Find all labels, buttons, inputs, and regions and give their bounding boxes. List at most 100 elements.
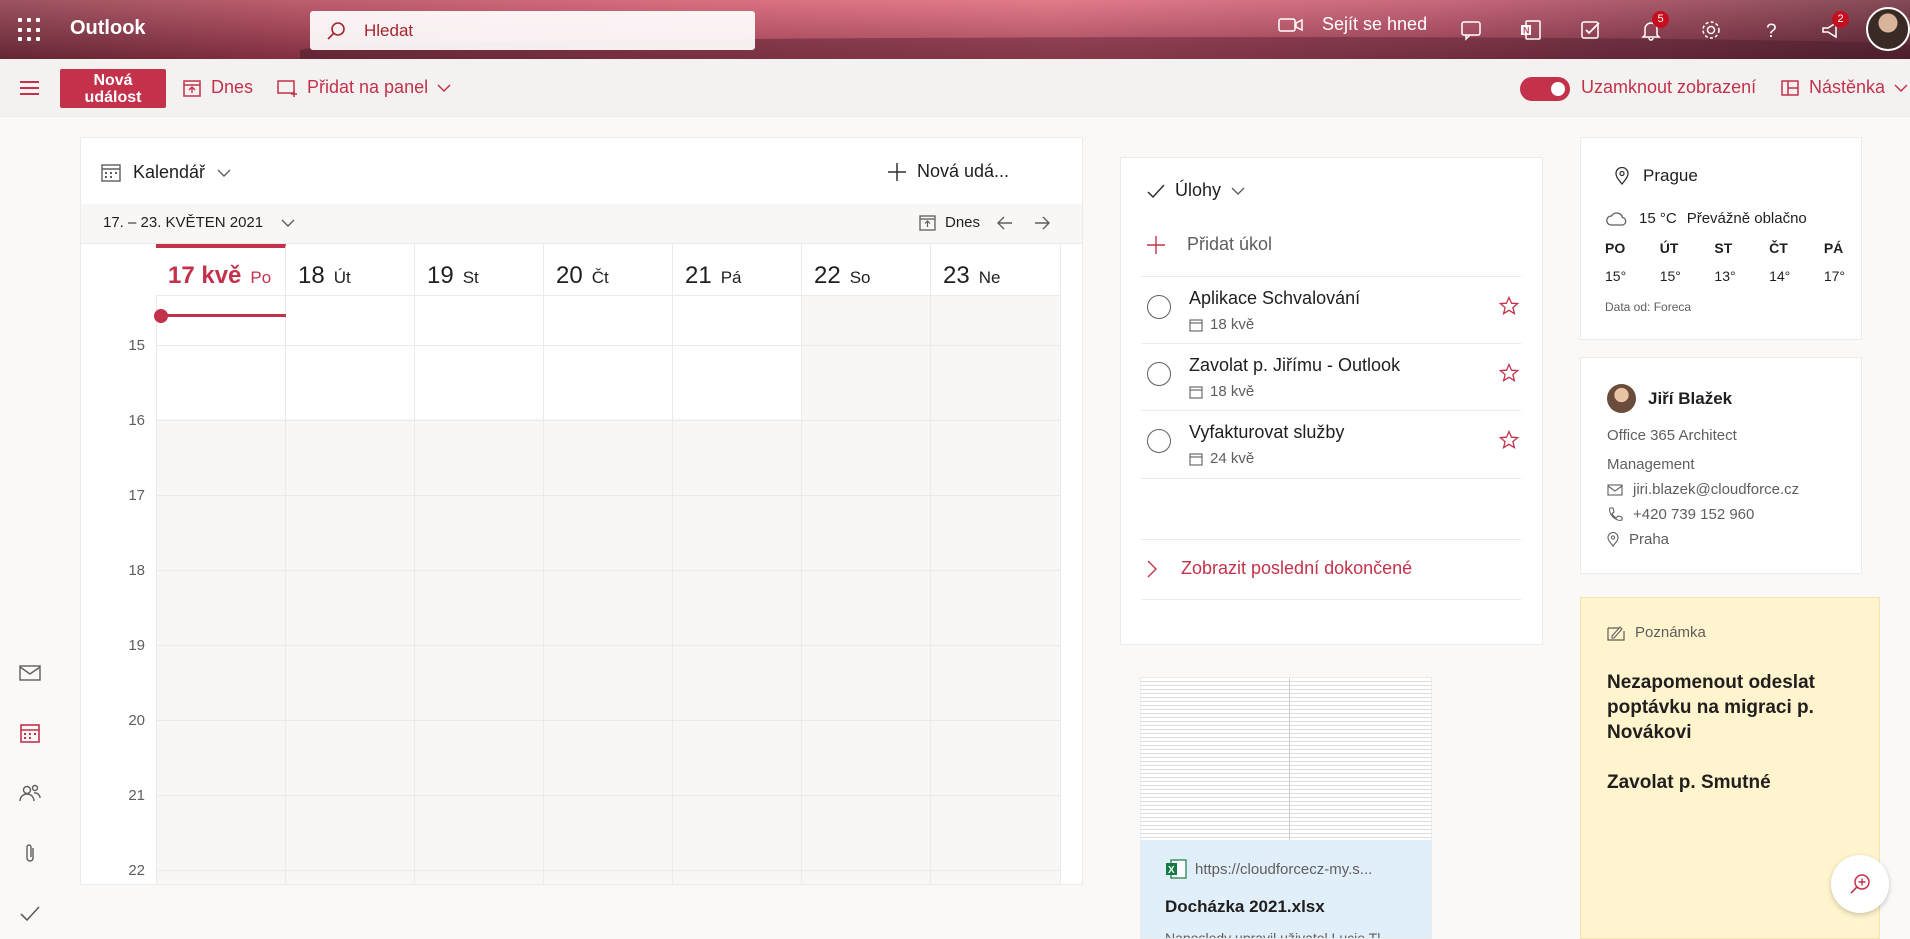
board-switcher[interactable]: Nástěnka	[1780, 77, 1908, 98]
calendar-subheader: 17. – 23. KVĚTEN 2021 Dnes	[81, 204, 1082, 244]
profile-title: Office 365 Architect	[1607, 427, 1737, 444]
account-avatar[interactable]	[1866, 7, 1910, 51]
show-completed-link[interactable]: Zobrazit poslední dokončené	[1147, 558, 1412, 579]
day-header-sat[interactable]: 22 So	[802, 244, 931, 296]
chevron-down-icon	[217, 168, 231, 178]
feedback-badge: 2	[1832, 11, 1849, 28]
lock-view-label: Uzamknout zobrazení	[1581, 77, 1757, 97]
location-pin-icon	[1607, 532, 1619, 547]
calendar-new-event-button[interactable]: Nová udá...	[887, 161, 1009, 182]
note-text[interactable]: Nezapomenout odeslat poptávku na migraci…	[1607, 670, 1857, 795]
day-name: St	[462, 268, 479, 287]
zoom-in-icon[interactable]	[1831, 855, 1889, 913]
search-box[interactable]: Hledat	[310, 11, 755, 50]
tasks-title-dropdown[interactable]: Úlohy	[1147, 180, 1245, 201]
week-grid: 17 kvě Po 18 Út 19 St 20 Čt 21 Pá 22 So 23 Ne 1…	[81, 244, 1061, 884]
app-name[interactable]: Outlook	[70, 17, 146, 40]
settings-gear-icon[interactable]	[1695, 14, 1727, 46]
forecast-day: PÁ 17°	[1824, 240, 1845, 284]
tasks-card: Úlohy Přidat úkol Aplikace Schvalování 1…	[1120, 157, 1543, 645]
weather-card[interactable]: Prague 15 °C Převážně oblačno PO 15° ÚT 15…	[1580, 137, 1862, 340]
forecast-day: PO 15°	[1605, 240, 1626, 284]
file-modified: Naposledy upravil uživatel Lucie Tl...	[1165, 930, 1392, 939]
weather-current: 15 °C Převážně oblačno	[1605, 210, 1807, 227]
calendar-new-event-label: Nová udá...	[917, 161, 1010, 181]
lock-view-toggle[interactable]	[1520, 77, 1570, 101]
task-complete-checkbox[interactable]	[1147, 295, 1171, 319]
file-url-text: https://cloudforcecz-my.s...	[1195, 860, 1373, 878]
location-name: Prague	[1643, 166, 1698, 185]
chat-icon[interactable]	[1455, 14, 1487, 46]
search-icon	[326, 21, 346, 41]
forecast-temp: 15°	[1605, 268, 1627, 284]
star-icon[interactable]	[1499, 296, 1519, 316]
add-task-label: Přidat úkol	[1187, 234, 1273, 254]
day-header-sun[interactable]: 23 Ne	[931, 244, 1061, 296]
hour-line	[156, 795, 1061, 796]
day-header-fri[interactable]: 21 Pá	[673, 244, 802, 296]
calendar-today-button[interactable]: Dnes	[919, 214, 980, 231]
app-launcher-icon[interactable]	[18, 18, 42, 42]
notifications-bell-icon[interactable]: 5	[1635, 11, 1669, 46]
day-number: 17 kvě	[168, 262, 242, 289]
task-item[interactable]: Aplikace Schvalování 18 kvě	[1147, 276, 1519, 343]
onenote-icon[interactable]: N	[1515, 14, 1547, 46]
hour-line	[156, 720, 1061, 721]
task-complete-checkbox[interactable]	[1147, 429, 1171, 453]
file-name: Docházka 2021.xlsx	[1165, 897, 1325, 916]
file-url[interactable]: X https://cloudforcecz-my.s...	[1165, 858, 1372, 880]
header-icons: N 5 ? 2	[1455, 11, 1849, 46]
next-week-arrow-icon[interactable]	[1033, 214, 1051, 232]
calendar-card: Kalendář Nová udá... 17. – 23. KVĚTEN 20…	[80, 137, 1083, 885]
task-complete-checkbox[interactable]	[1147, 362, 1171, 386]
file-meta: X https://cloudforcecz-my.s... Docházka …	[1141, 840, 1431, 939]
mail-icon[interactable]	[18, 661, 42, 685]
calendar-title-dropdown[interactable]: Kalendář	[101, 162, 231, 183]
task-item[interactable]: Vyfakturovat služby 24 kvě	[1147, 410, 1519, 477]
help-icon[interactable]: ?	[1755, 14, 1787, 46]
add-task-button[interactable]: Přidat úkol	[1147, 234, 1272, 255]
today-button[interactable]: Dnes	[182, 77, 253, 98]
divider	[1141, 539, 1521, 540]
day-header-wed[interactable]: 19 St	[415, 244, 544, 296]
day-header-thu[interactable]: 20 Čt	[544, 244, 673, 296]
profile-location: Praha	[1629, 531, 1670, 548]
add-to-board-button[interactable]: Přidat na panel	[276, 77, 451, 98]
todo-icon[interactable]	[1575, 14, 1607, 46]
hour-label: 19	[128, 637, 145, 654]
file-card[interactable]: X https://cloudforcecz-my.s... Docházka …	[1140, 677, 1432, 939]
task-item[interactable]: Zavolat p. Jiřímu - Outlook 18 kvě	[1147, 343, 1519, 410]
hour-line	[156, 645, 1061, 646]
todo-check-icon[interactable]	[18, 901, 42, 925]
hour-line	[156, 495, 1061, 496]
note-label: Poznámka	[1635, 624, 1706, 641]
profile-phone-row[interactable]: +420 739 152 960	[1607, 506, 1754, 523]
mail-icon	[1607, 483, 1623, 496]
new-event-button[interactable]: Nová událost	[60, 69, 166, 108]
left-app-rail	[0, 117, 60, 939]
previous-week-arrow-icon[interactable]	[996, 214, 1014, 232]
day-name: Ne	[978, 268, 1001, 287]
feedback-megaphone-icon[interactable]: 2	[1815, 11, 1849, 46]
check-icon	[1147, 183, 1165, 198]
day-header-tue[interactable]: 18 Út	[286, 244, 415, 296]
profile-email-row[interactable]: jiri.blazek@cloudforce.cz	[1607, 481, 1799, 498]
attachment-icon[interactable]	[18, 841, 42, 865]
date-range-dropdown[interactable]: 17. – 23. KVĚTEN 2021	[103, 214, 295, 231]
meet-now-button[interactable]: Sejít se hned	[1278, 14, 1427, 35]
chevron-down-icon	[281, 218, 295, 228]
hour-line	[156, 420, 1061, 421]
profile-card[interactable]: Jiří Blažek Office 365 Architect Managem…	[1580, 357, 1862, 574]
task-name: Vyfakturovat služby	[1189, 422, 1345, 442]
forecast-temp: 17°	[1823, 268, 1845, 284]
file-thumbnail	[1141, 678, 1431, 840]
top-header: Outlook Hledat Sejít se hned N 5 ? 2	[0, 0, 1910, 59]
star-icon[interactable]	[1499, 363, 1519, 383]
star-icon[interactable]	[1499, 430, 1519, 450]
people-icon[interactable]	[18, 781, 42, 805]
day-header-mon[interactable]: 17 kvě Po	[156, 244, 286, 296]
calendar-icon[interactable]	[18, 721, 42, 745]
forecast-temp: 14°	[1769, 268, 1791, 284]
hamburger-menu-icon[interactable]	[20, 81, 39, 99]
calendar-today-icon	[919, 214, 936, 231]
